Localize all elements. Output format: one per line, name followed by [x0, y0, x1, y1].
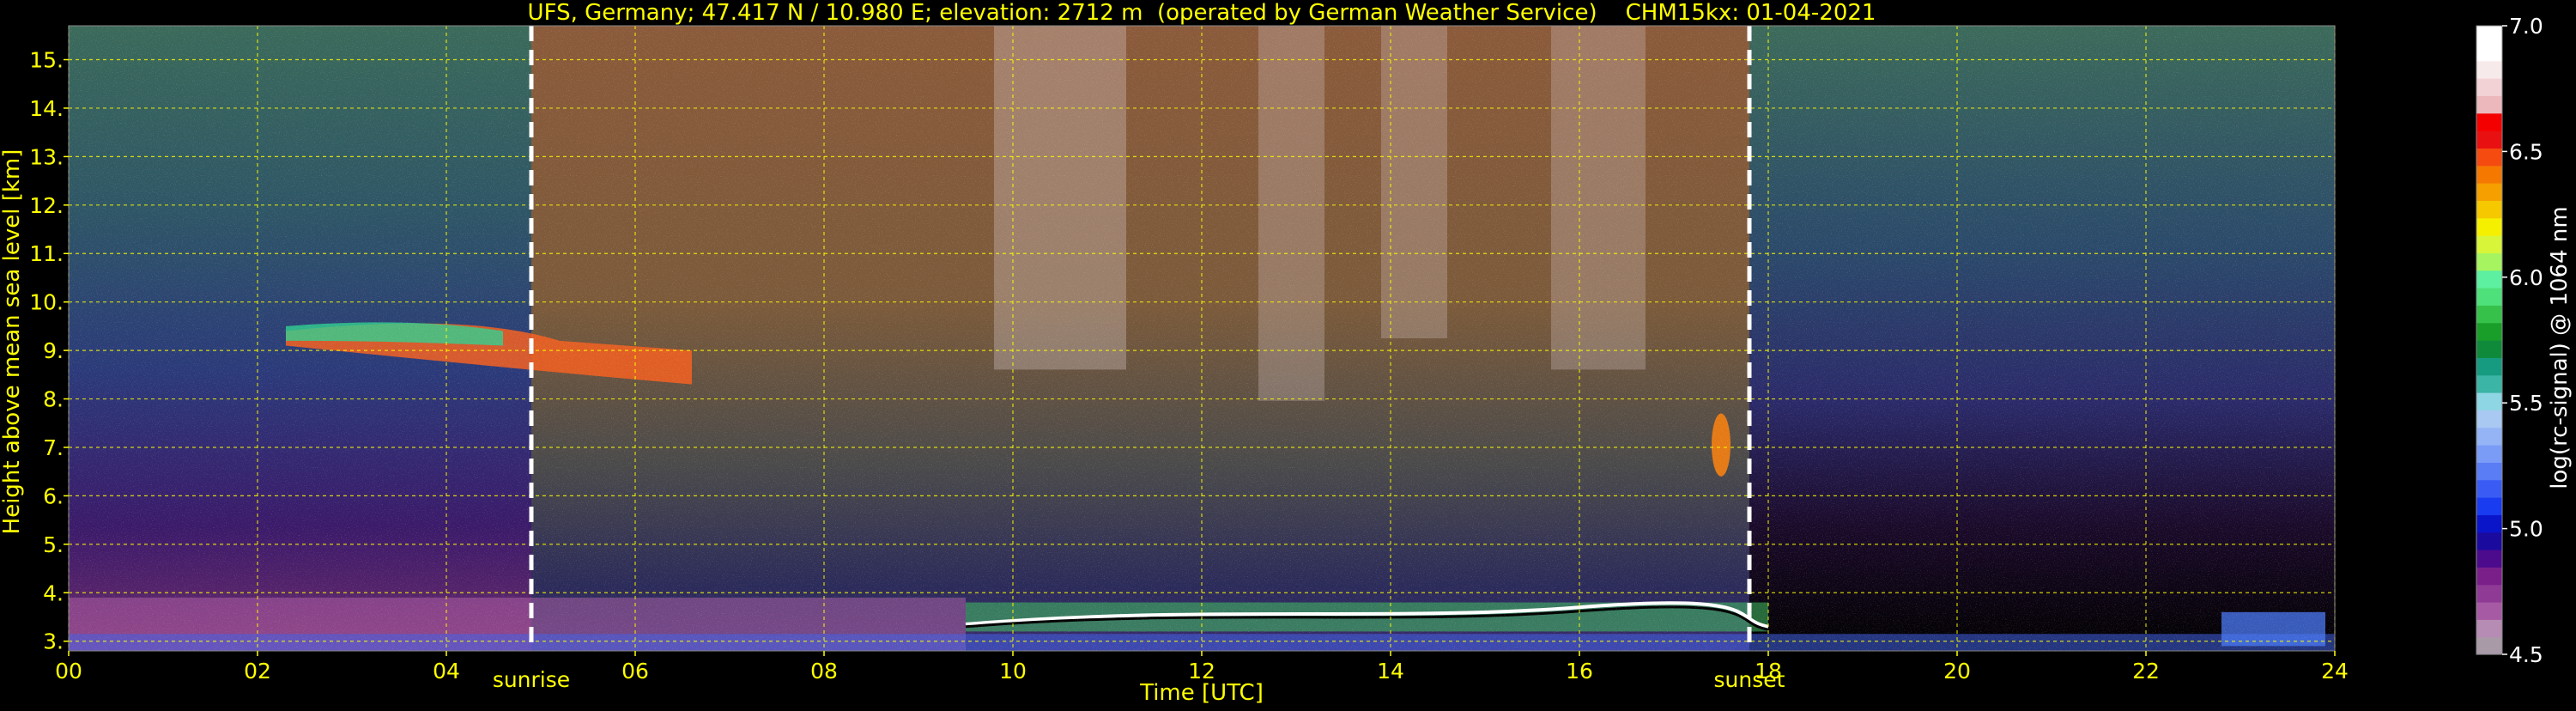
y-axis-label: Height above mean sea level [km] [0, 149, 25, 535]
colorbar-tick-label: 6.5 [2509, 139, 2543, 164]
x-tick-label: 14 [1377, 659, 1404, 684]
x-tick-label: 24 [2321, 659, 2349, 684]
colorbar-tick-label: 5.0 [2509, 517, 2543, 542]
colorbar-segment [2476, 462, 2502, 481]
colorbar-segment [2476, 479, 2502, 498]
x-tick-label: 02 [244, 659, 271, 684]
colorbar-segment [2476, 374, 2502, 393]
colorbar-segment [2476, 43, 2502, 62]
chart-title: UFS, Germany; 47.417 N / 10.980 E; eleva… [528, 0, 1876, 26]
ceilometer-figure: sunrise sunset 00 02 04 06 08 10 12 14 16 18 20 22 24… [0, 0, 2576, 708]
colorbar-segment [2476, 550, 2502, 568]
marker-label-sunrise: sunrise [493, 667, 570, 692]
colorbar-segment [2476, 60, 2502, 79]
colorbar-segment [2476, 183, 2502, 201]
colorbar-segment [2476, 148, 2502, 167]
x-tick-label: 20 [1943, 659, 1971, 684]
x-tick-label: 18 [1755, 659, 1782, 684]
colorbar-segment [2476, 95, 2502, 114]
colorbar-segment [2476, 427, 2502, 446]
y-tick-label: 9. [43, 338, 64, 363]
colorbar-segment [2476, 235, 2502, 253]
colorbar-segment [2476, 165, 2502, 184]
x-tick-label: 08 [810, 659, 838, 684]
x-axis-ticks: 00 02 04 06 08 10 12 14 16 18 20 22 24 [55, 651, 2349, 684]
y-tick-label: 11. [29, 241, 64, 266]
colorbar-tick-label: 6.0 [2509, 265, 2543, 290]
x-tick-label: 16 [1566, 659, 1593, 684]
y-tick-label: 8. [43, 387, 64, 412]
colorbar-segment [2476, 322, 2502, 341]
colorbar-segment [2476, 514, 2502, 533]
colorbar-segment [2476, 636, 2502, 655]
colorbar-segment [2476, 532, 2502, 550]
colorbar-segment [2476, 410, 2502, 428]
colorbar-segment [2476, 584, 2502, 603]
colorbar-segment [2476, 602, 2502, 620]
x-tick-label: 22 [2132, 659, 2160, 684]
x-axis-label: Time [UTC] [1139, 680, 1264, 706]
y-tick-label: 5. [43, 532, 64, 557]
x-tick-label: 04 [433, 659, 460, 684]
x-tick-label: 10 [999, 659, 1027, 684]
colorbar-segment [2476, 112, 2502, 131]
colorbar [2476, 25, 2503, 655]
y-tick-label: 7. [43, 435, 64, 460]
colorbar-segment [2476, 340, 2502, 358]
colorbar-segment [2476, 357, 2502, 376]
colorbar-tick-label: 7.0 [2509, 14, 2543, 39]
colorbar-segment [2476, 217, 2502, 236]
colorbar-segment [2476, 26, 2502, 44]
colorbar-ticks: 7.0 6.5 6.0 5.5 5.0 4.5 [2502, 14, 2543, 667]
y-tick-label: 3. [43, 629, 64, 654]
colorbar-segment [2476, 252, 2502, 271]
y-tick-label: 14. [29, 96, 64, 121]
colorbar-segment [2476, 497, 2502, 515]
colorbar-tick-label: 5.5 [2509, 391, 2543, 416]
colorbar-segment [2476, 305, 2502, 324]
colorbar-segment [2476, 567, 2502, 586]
colorbar-segment [2476, 200, 2502, 219]
colorbar-segment [2476, 78, 2502, 96]
colorbar-segment [2476, 288, 2502, 306]
y-tick-label: 10. [29, 290, 64, 315]
colorbar-segment [2476, 619, 2502, 638]
colorbar-segment [2476, 445, 2502, 463]
y-tick-label: 4. [43, 580, 64, 605]
y-tick-label: 6. [43, 483, 64, 508]
colorbar-segment [2476, 392, 2502, 410]
x-tick-label: 00 [55, 659, 82, 684]
chart-svg: sunrise sunset 00 02 04 06 08 10 12 14 16 18 20 22 24… [0, 0, 2573, 706]
colorbar-segment [2476, 131, 2502, 149]
colorbar-label: log(rc-signal) @ 1064 nm [2547, 206, 2573, 489]
colorbar-segment [2476, 270, 2502, 289]
y-tick-label: 15. [29, 48, 64, 73]
y-tick-label: 12. [29, 193, 64, 218]
y-tick-label: 13. [29, 144, 64, 169]
y-axis-ticks: 3. 4. 5. 6. 7. 8. 9. 10. 11. 12. 13. 14. 15. [29, 48, 69, 654]
colorbar-tick-label: 4.5 [2509, 642, 2543, 667]
x-tick-label: 06 [621, 659, 649, 684]
